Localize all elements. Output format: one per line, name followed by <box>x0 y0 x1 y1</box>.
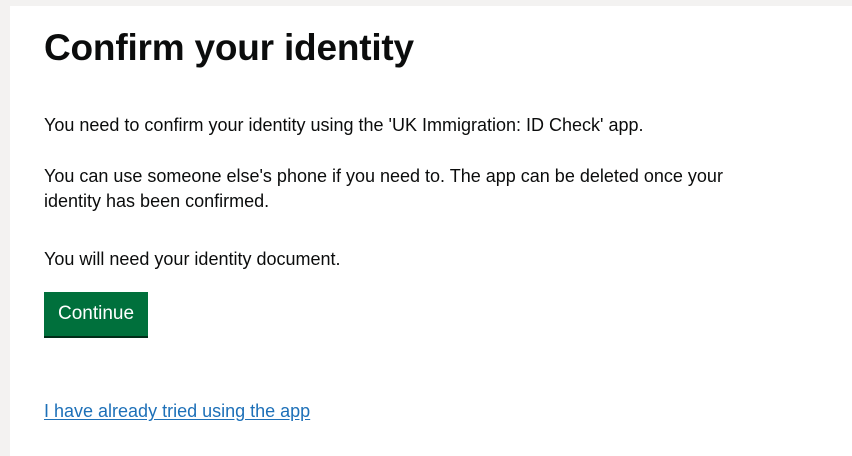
instruction-paragraph: You need to confirm your identity using … <box>44 115 644 135</box>
page-panel: Confirm your identity You need to confir… <box>10 6 852 456</box>
document-info-paragraph: You will need your identity document. <box>44 249 341 269</box>
phone-info-paragraph: You can use someone else's phone if you … <box>44 166 723 211</box>
already-tried-link[interactable]: I have already tried using the app <box>44 399 310 424</box>
page-title: Confirm your identity <box>44 27 414 68</box>
continue-button[interactable]: Continue <box>44 292 149 336</box>
